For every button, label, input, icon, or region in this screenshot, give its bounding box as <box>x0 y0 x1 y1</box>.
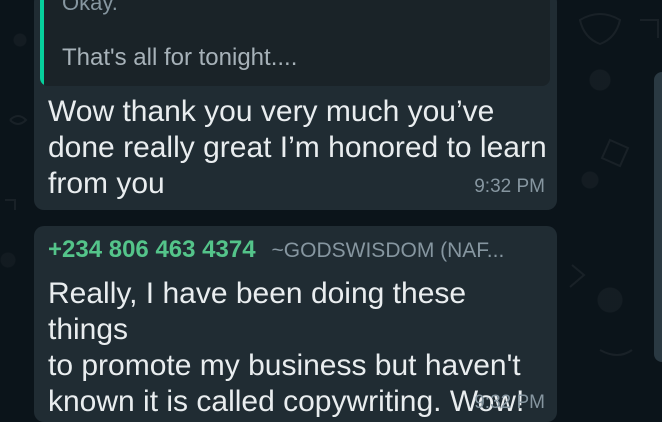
message-bubble[interactable]: +234 806 463 4374 ~GODSWISDOM (NAF... Re… <box>34 226 557 422</box>
sender-number[interactable]: +234 806 463 4374 <box>48 236 256 264</box>
message-timestamp: 9:32 PM <box>474 176 545 197</box>
quoted-message-top-text: Okay. <box>62 0 118 15</box>
message-sender-row: +234 806 463 4374 ~GODSWISDOM (NAF... <box>48 236 504 264</box>
message-bubble[interactable]: Okay. That's all for tonight.... Wow tha… <box>34 0 557 210</box>
sender-name[interactable]: ~GODSWISDOM (NAF... <box>272 239 505 263</box>
quoted-message-text: That's all for tonight.... <box>62 44 298 71</box>
message-text: Wow thank you very much you’ve done real… <box>48 95 547 200</box>
quote-accent-bar <box>40 0 44 86</box>
quoted-message[interactable]: Okay. That's all for tonight.... <box>40 0 550 86</box>
side-panel-edge <box>654 72 662 362</box>
message-timestamp: 9:32 PM <box>474 392 545 413</box>
